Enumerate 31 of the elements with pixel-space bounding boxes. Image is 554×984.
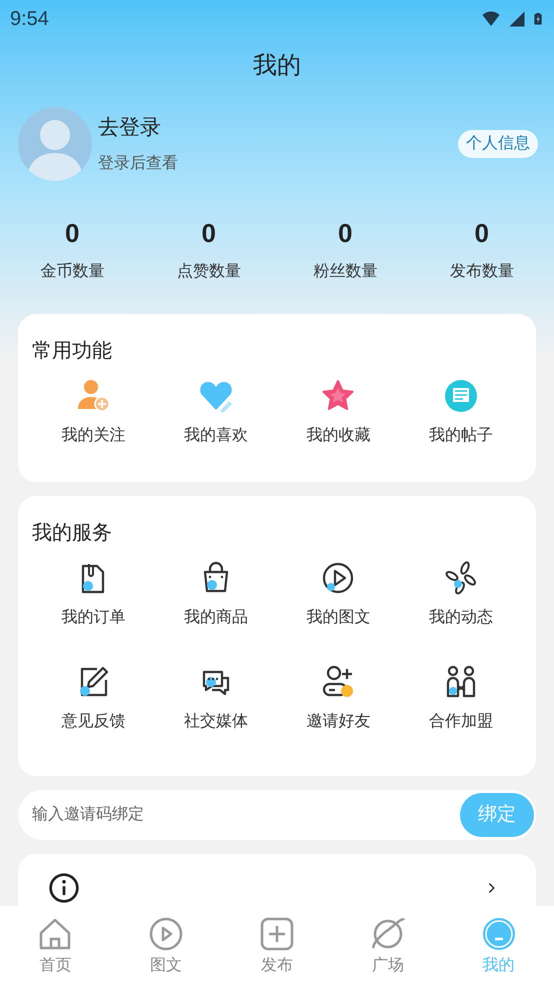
menu-item[interactable]: 我的动态	[428, 606, 493, 630]
section-title: 我的服务	[32, 521, 113, 546]
page-title: 我的	[253, 51, 301, 81]
login-link[interactable]: 去登录	[98, 112, 458, 144]
status-time: 9:54	[10, 7, 49, 32]
login-hint: 登录后查看	[98, 154, 179, 174]
menu-item[interactable]: 我的喜欢	[184, 424, 248, 448]
profile-info-button[interactable]: 个人信息	[458, 130, 538, 158]
menu-item[interactable]: 意见反馈	[61, 710, 126, 734]
menu-item[interactable]: 我的商品	[184, 606, 248, 630]
menu-item[interactable]: 合作加盟	[428, 710, 493, 734]
menu-item[interactable]: 邀请好友	[306, 710, 370, 734]
stat-label: 金币数量	[40, 262, 104, 282]
stat-value: 0	[202, 217, 216, 250]
tab-bar-item[interactable]: 图文	[110, 906, 222, 984]
tab-bar-item[interactable]: 首页	[0, 906, 111, 984]
menu-item[interactable]: 我的图文	[306, 606, 370, 630]
menu-item[interactable]: 社交媒体	[184, 710, 248, 734]
tab-bar-item[interactable]: 广场	[332, 906, 444, 984]
stat-label: 发布数量	[450, 262, 514, 282]
menu-item[interactable]: 我的收藏	[306, 424, 370, 448]
tab-bar-item[interactable]: 发布	[222, 906, 332, 984]
menu-item[interactable]: 我的关注	[61, 424, 126, 448]
menu-item[interactable]: 我的订单	[61, 606, 126, 630]
stat-value: 0	[474, 217, 489, 250]
menu-item[interactable]: 我的帖子	[428, 424, 493, 448]
stat-value: 0	[338, 217, 352, 250]
stat-value: 0	[65, 217, 80, 250]
stat-label: 点赞数量	[176, 262, 241, 282]
stat-label: 粉丝数量	[313, 262, 378, 282]
section-title: 常用功能	[32, 339, 113, 364]
